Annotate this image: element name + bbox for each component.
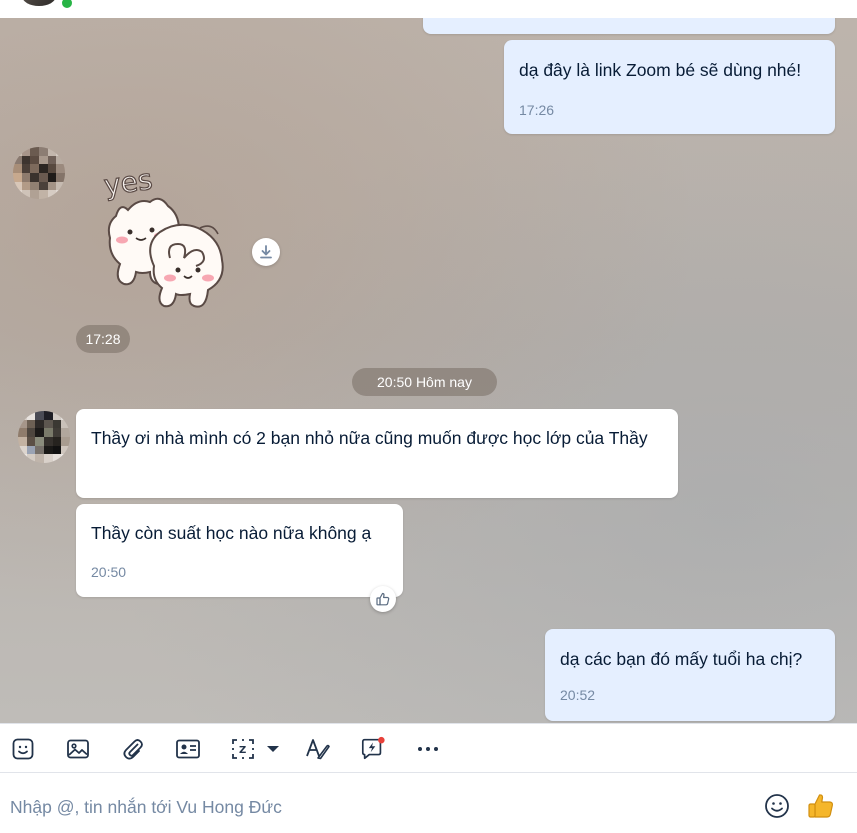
sender-avatar[interactable] [18,411,70,463]
react-like-button[interactable] [370,586,396,612]
sticker-text: yes [102,163,155,202]
incoming-message[interactable]: Thầy còn suất học nào nữa không ạ 20:50 [76,504,403,597]
download-icon [260,245,272,259]
screenshot-button[interactable]: Z [230,736,256,762]
chat-header [0,0,857,19]
quick-message-icon [361,736,385,760]
yes-sticker[interactable]: yes [98,158,233,313]
incoming-message[interactable]: Thầy ơi nhà mình có 2 bạn nhỏ nữa cũng m… [76,409,678,498]
quick-message-button[interactable] [360,736,386,762]
sticker-icon [12,738,34,760]
sticker-time: 17:28 [76,325,130,353]
message-text: dạ các bạn đó mấy tuổi ha chị? [560,649,803,669]
message-text: dạ đây là link Zoom bé sẽ dùng nhé! [519,60,802,80]
message-time: 20:50 [91,564,127,580]
send-image-button[interactable] [65,736,91,762]
thumbs-up-outline-icon [376,592,390,606]
text-format-button[interactable] [305,736,331,762]
contact-avatar[interactable] [22,0,56,6]
more-options-button[interactable] [415,736,441,762]
online-status-dot [60,0,74,10]
message-text: Thầy còn suất học nào nữa không ạ [91,523,372,543]
thumbs-up-icon [808,794,834,818]
more-icon [418,747,438,751]
quick-like-button[interactable] [806,791,836,821]
outgoing-message[interactable]: dạ các bạn đó mấy tuổi ha chị? 20:52 [545,629,835,721]
outgoing-message[interactable]: dạ đây là link Zoom bé sẽ dùng nhé! 17:2… [504,40,835,134]
send-contact-card-button[interactable] [175,736,201,762]
screenshot-icon: Z [232,739,254,759]
date-separator: 20:50 Hôm nay [352,368,497,396]
sender-avatar[interactable] [13,147,65,199]
message-composer [0,773,857,833]
message-list[interactable]: dạ đây là link Zoom bé sẽ dùng nhé! 17:2… [0,18,857,723]
previous-message-bubble[interactable] [423,18,835,34]
message-input[interactable] [10,793,730,821]
svg-text:Z: Z [239,745,246,756]
screenshot-options-dropdown[interactable] [260,736,286,762]
image-icon [67,739,89,759]
emoji-button[interactable] [764,793,790,819]
attachment-icon [123,739,143,760]
attach-file-button[interactable] [120,736,146,762]
download-button[interactable] [252,238,280,266]
dropdown-arrow-icon [267,746,279,752]
message-time: 20:52 [560,687,596,703]
sticker-button[interactable] [10,736,36,762]
emoji-icon [765,794,789,818]
contact-card-icon [176,739,200,759]
message-time: 17:26 [519,102,555,118]
message-text: Thầy ơi nhà mình có 2 bạn nhỏ nữa cũng m… [91,428,648,448]
composer-toolbar: Z [0,723,857,773]
text-format-icon [306,739,330,760]
